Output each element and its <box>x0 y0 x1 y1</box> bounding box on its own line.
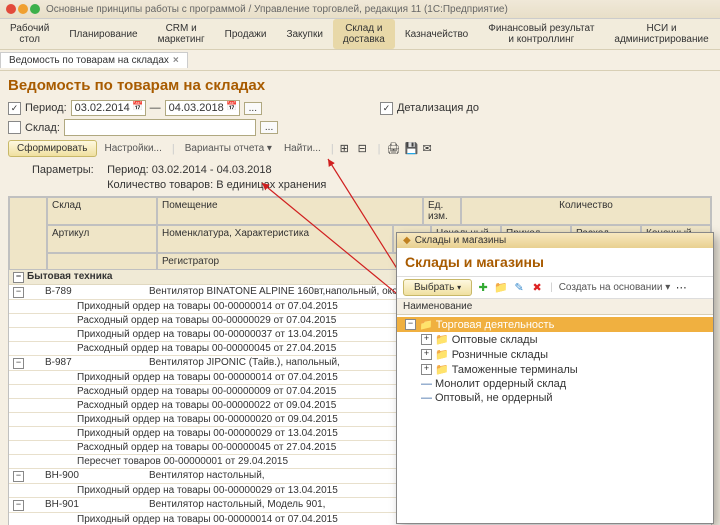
params-line1: Период: 03.02.2014 - 04.03.2018 <box>107 164 272 176</box>
period-label: Период: <box>25 102 67 114</box>
window-title: Основные принципы работы с программой / … <box>46 4 508 15</box>
save-icon[interactable]: 💾 <box>405 142 419 156</box>
period-to[interactable]: 04.03.2018 <box>165 100 240 116</box>
popup-window[interactable]: ◆ Склады и магазины Склады и магазины Вы… <box>396 232 714 524</box>
max-dot[interactable] <box>30 4 40 14</box>
sklad-picker-btn[interactable]: ... <box>260 121 278 134</box>
sklad-label: Склад: <box>25 122 60 134</box>
th-nom: Номенклатура, Характеристика <box>157 225 393 253</box>
create-based-on[interactable]: Создать на основании ▾ <box>559 282 671 293</box>
sklad-input[interactable] <box>64 119 256 136</box>
edit-icon[interactable]: ✎ <box>512 281 526 295</box>
th-sklad: Склад <box>47 197 157 225</box>
add-icon[interactable]: ✚ <box>476 281 490 295</box>
sklad-check[interactable] <box>8 121 21 134</box>
popup-toolbar: Выбрать ▾ ✚ 📁 ✎ ✖ | Создать на основании… <box>397 276 713 299</box>
popup-col-header: Наименование <box>397 299 713 315</box>
tab-close-icon[interactable]: × <box>173 55 179 66</box>
menu-item[interactable]: НСИ иадминистрирование <box>604 19 718 49</box>
variants-link[interactable]: Варианты отчета ▾ <box>181 141 276 156</box>
th-pom: Помещение <box>157 197 423 225</box>
menu-item[interactable]: Казначейство <box>395 19 478 49</box>
period-dash: — <box>150 102 161 114</box>
report-toolbar: Сформировать Настройки... | Варианты отч… <box>8 140 712 157</box>
min-dot[interactable] <box>18 4 28 14</box>
popup-app-icon: ◆ <box>403 235 411 246</box>
print-icon[interactable]: 🖨 <box>387 142 401 156</box>
detail-label: Детализация до <box>397 102 479 114</box>
tree-item[interactable]: — Оптовый, не ордерный <box>397 391 713 405</box>
menu-item[interactable]: Финансовый результати контроллинг <box>478 19 604 49</box>
th-kol: Количество <box>461 197 711 225</box>
mail-icon[interactable]: ✉ <box>423 142 437 156</box>
tab-bar: Ведомость по товарам на складах × <box>0 50 720 71</box>
expand-icon[interactable]: ⊞ <box>340 142 354 156</box>
close-dot[interactable] <box>6 4 16 14</box>
menu-item[interactable]: Закупки <box>276 19 332 49</box>
period-row: ✓ Период: 03.02.2014 — 04.03.2018 ... ✓ … <box>8 100 712 116</box>
popup-title-text: Склады и магазины <box>415 235 506 246</box>
detail-check[interactable]: ✓ <box>380 102 393 115</box>
menu-item[interactable]: Продажи <box>215 19 277 49</box>
more-icon[interactable]: ⋯ <box>674 281 688 295</box>
th-ed: Ед. изм. <box>423 197 461 225</box>
popup-tree: − 📁 Торговая деятельность+ 📁 Оптовые скл… <box>397 315 713 407</box>
window-controls[interactable] <box>6 4 40 14</box>
params-label: Параметры: <box>32 163 104 178</box>
title-bar: Основные принципы работы с программой / … <box>0 0 720 19</box>
th-art: Артикул <box>47 225 157 253</box>
popup-titlebar[interactable]: ◆ Склады и магазины <box>397 233 713 248</box>
period-from[interactable]: 03.02.2014 <box>71 100 146 116</box>
period-picker-btn[interactable]: ... <box>244 102 262 115</box>
period-check[interactable]: ✓ <box>8 102 21 115</box>
sklad-row: Склад: ... <box>8 119 712 136</box>
menu-item[interactable]: Планирование <box>59 19 147 49</box>
popup-heading: Склады и магазины <box>397 248 713 276</box>
find-link[interactable]: Найти... <box>280 141 325 156</box>
form-button[interactable]: Сформировать <box>8 140 97 157</box>
tab-label: Ведомость по товарам на складах <box>9 55 169 66</box>
select-button[interactable]: Выбрать ▾ <box>403 279 472 296</box>
params-block: Параметры: Период: 03.02.2014 - 04.03.20… <box>32 163 712 194</box>
tab-report[interactable]: Ведомость по товарам на складах × <box>0 52 188 68</box>
add-folder-icon[interactable]: 📁 <box>494 281 508 295</box>
collapse-icon[interactable]: ⊟ <box>358 142 372 156</box>
settings-link[interactable]: Настройки... <box>101 141 166 156</box>
tree-item[interactable]: + 📁 Оптовые склады <box>397 332 713 347</box>
tree-item[interactable]: + 📁 Розничные склады <box>397 347 713 362</box>
menu-item[interactable]: Рабочийстол <box>0 19 59 49</box>
params-line2: Количество товаров: В единицах хранения <box>107 179 326 191</box>
page-heading: Ведомость по товарам на складах <box>8 77 712 94</box>
delete-icon[interactable]: ✖ <box>530 281 544 295</box>
tree-item[interactable]: + 📁 Таможенные терминалы <box>397 362 713 377</box>
tree-item[interactable]: − 📁 Торговая деятельность <box>397 317 713 332</box>
tree-item[interactable]: — Монолит ордерный склад <box>397 377 713 391</box>
menu-item[interactable]: Склад идоставка <box>333 19 395 49</box>
main-menu: РабочийстолПланированиеCRM имаркетингПро… <box>0 19 720 50</box>
menu-item[interactable]: CRM имаркетинг <box>148 19 215 49</box>
